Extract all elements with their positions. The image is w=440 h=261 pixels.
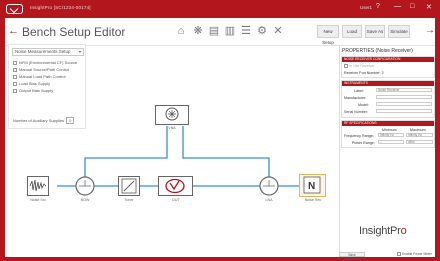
frequency-min-field[interactable]: Infinity Hz: [378, 133, 404, 137]
save-configuration-button[interactable]: Save Configuration: [339, 252, 365, 261]
noise-source-block[interactable]: [27, 176, 49, 196]
power-range-label: Power Range:: [352, 141, 375, 145]
minimize-icon[interactable]: —: [394, 3, 401, 10]
output-coupler-label: LNA: [265, 198, 273, 202]
model-field[interactable]: [376, 102, 432, 106]
label-field[interactable]: Noise Receiver: [376, 88, 432, 92]
manufacturer-field[interactable]: [376, 95, 432, 99]
config-section-header: NOISE RECEIVER CONFIGURATION: [342, 57, 434, 62]
properties-title: PROPERTIES (Noise Receiver): [342, 48, 413, 54]
model-label: Model:: [358, 103, 369, 107]
receiver-port-row: Receiver Port Number: 2: [344, 71, 384, 75]
noise-receiver-label: Noise Rec: [304, 198, 322, 202]
vna-label: VNA: [168, 126, 176, 130]
manufacturer-label: Manufacturer:: [344, 96, 367, 100]
main-window: ← Bench Setup Editor ⌂ ❋ ▤ ▥ ☰ ⚙ ✕ New S…: [5, 18, 435, 261]
frequency-range-label: Frequency Range:: [344, 134, 374, 138]
maximize-icon[interactable]: □: [410, 3, 414, 10]
input-coupler-label: NOW: [80, 198, 90, 202]
min-header: Minimum: [382, 128, 397, 132]
wire-right-branch: [182, 126, 270, 186]
power-min-field[interactable]: –: [378, 140, 404, 144]
noise-receiver-block[interactable]: N: [299, 174, 326, 197]
max-header: Maximum: [410, 128, 426, 132]
enable-power-meter-check[interactable]: Enable Power Meter: [397, 252, 432, 257]
serial-field[interactable]: [376, 109, 432, 113]
app-frame: InsightPro [SC/1234-00174] User1 ? — □ ✕…: [0, 0, 440, 261]
app-logo-icon: [6, 4, 23, 14]
title-bar: InsightPro [SC/1234-00174] User1 ? — □ ✕: [0, 0, 440, 18]
help-icon[interactable]: ?: [376, 3, 380, 10]
instrument-section-header: INSTRUMENTS: [342, 81, 434, 86]
rf-section-header: RF SPECIFICATIONS: [342, 121, 434, 126]
svg-text:N: N: [308, 181, 315, 192]
tuner-block[interactable]: [118, 176, 140, 196]
close-icon[interactable]: ✕: [426, 3, 432, 11]
serial-label: Serial Number:: [344, 110, 368, 114]
tuner-label: Tuner: [124, 198, 134, 202]
output-coupler-block[interactable]: [258, 175, 280, 197]
config-section: NOISE RECEIVER CONFIGURATION In Use Rece…: [341, 56, 435, 78]
rf-section: RF SPECIFICATIONS Minimum Maximum Freque…: [341, 120, 435, 148]
checkbox[interactable]: [397, 252, 401, 257]
window-title: InsightPro [SC/1234-00174]: [30, 5, 91, 10]
user-name[interactable]: User1: [360, 5, 372, 10]
instrument-section: INSTRUMENTS Label: Noise Receiver Manufa…: [341, 80, 435, 118]
vna-block[interactable]: [155, 105, 189, 125]
noise-source-label: Noise Src: [30, 198, 46, 202]
label-label: Label:: [354, 89, 364, 93]
frequency-max-field[interactable]: Infinity Hz: [406, 133, 433, 137]
input-coupler-block[interactable]: [74, 175, 96, 197]
use-receiver-row[interactable]: In Use Receiver: [344, 64, 375, 69]
power-max-field[interactable]: dBm: [406, 140, 433, 144]
checkbox[interactable]: [344, 64, 348, 69]
brand-logo: InsightPro: [359, 225, 407, 237]
dut-block[interactable]: [158, 176, 193, 196]
dut-label: DUT: [172, 198, 180, 202]
